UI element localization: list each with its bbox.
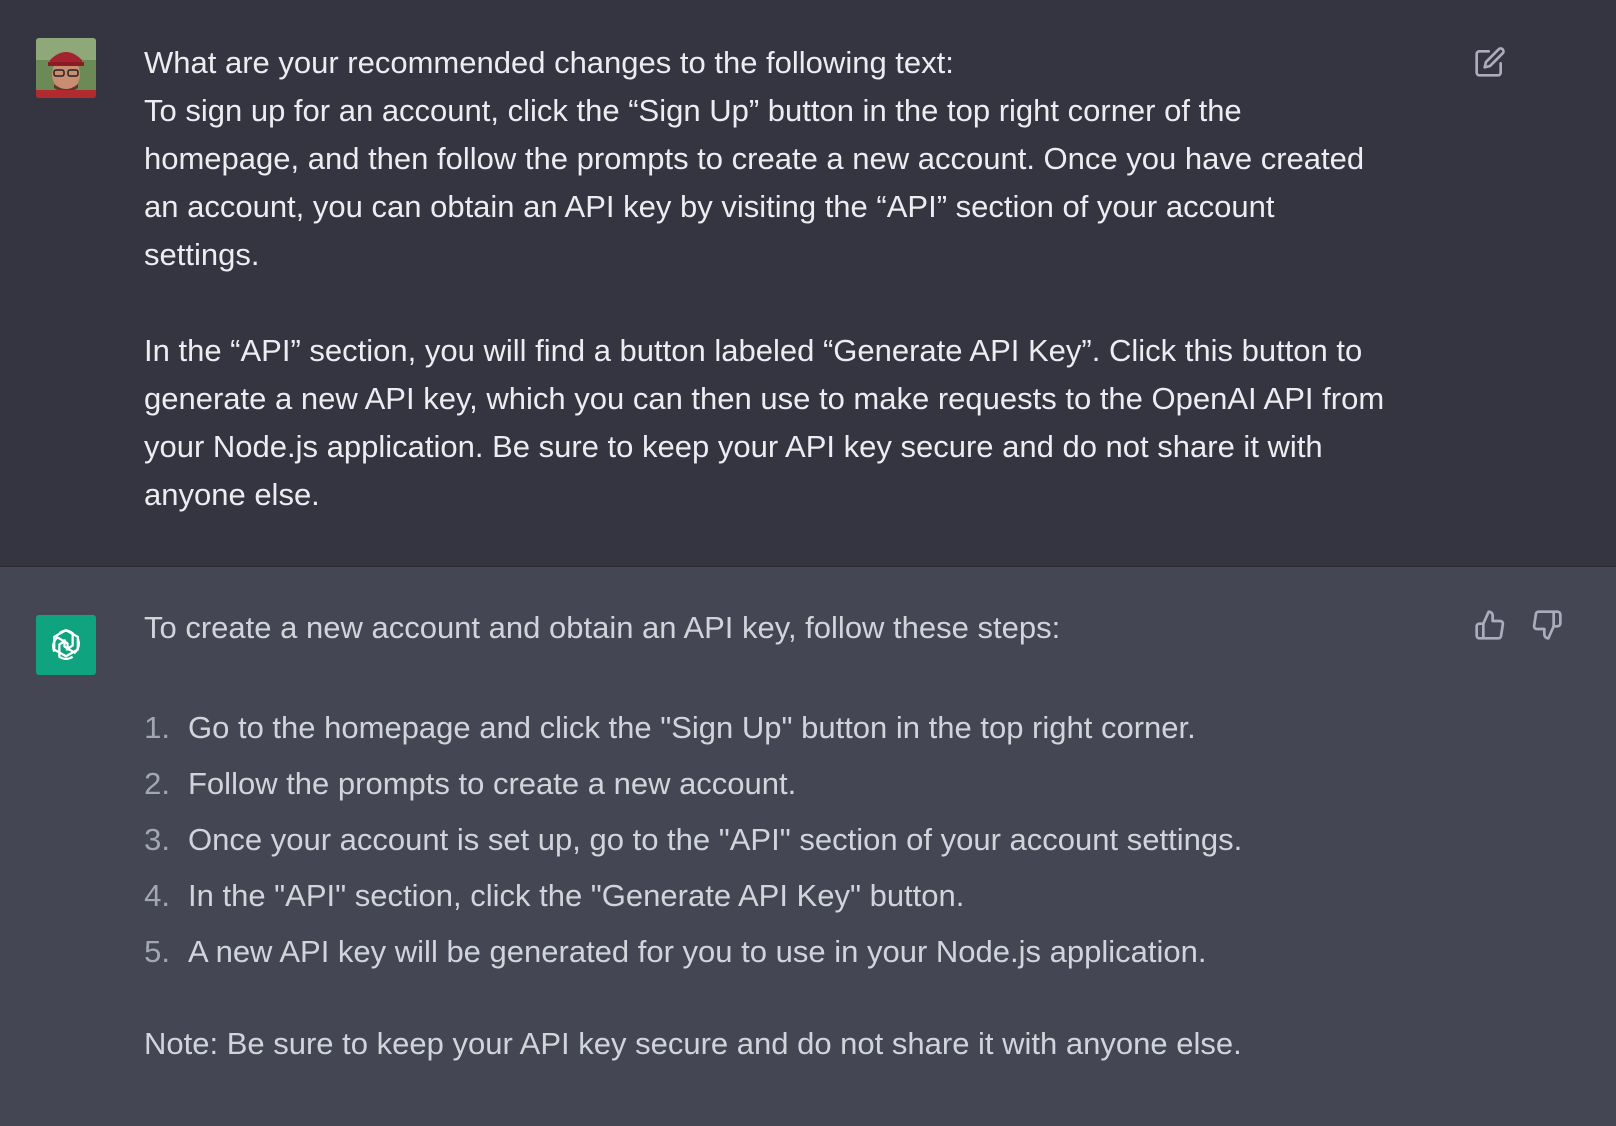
user-line: To sign up for an account, click the “Si…	[144, 93, 1242, 128]
user-avatar	[36, 38, 96, 98]
assistant-intro: To create a new account and obtain an AP…	[144, 610, 1061, 645]
list-number: 2.	[144, 766, 170, 801]
user-photo-avatar	[36, 38, 96, 98]
user-line: generate a new API key, which you can th…	[144, 381, 1385, 416]
list-item: 5. A new API key will be generated for yo…	[144, 924, 1444, 980]
list-item: 1. Go to the homepage and click the "Sign…	[144, 700, 1444, 756]
assistant-message: To create a new account and obtain an AP…	[0, 567, 1616, 1126]
user-line: an account, you can obtain an API key by…	[144, 189, 1275, 224]
list-item: 2. Follow the prompts to create a new acc…	[144, 756, 1444, 812]
assistant-message-text: To create a new account and obtain an AP…	[144, 604, 1444, 1068]
edit-button[interactable]	[1472, 44, 1508, 80]
list-item: 3. Once your account is set up, go to the…	[144, 812, 1444, 868]
user-line: homepage, and then follow the prompts to…	[144, 141, 1365, 176]
steps-list: 1. Go to the homepage and click the "Sign…	[144, 700, 1444, 980]
list-item-text: Once your account is set up, go to the "…	[188, 822, 1243, 857]
user-line: anyone else.	[144, 477, 320, 512]
user-line: settings.	[144, 237, 260, 272]
user-line: What are your recommended changes to the…	[144, 45, 954, 80]
thumbs-up-button[interactable]	[1472, 607, 1508, 643]
list-number: 4.	[144, 878, 170, 913]
user-line: In the “API” section, you will find a bu…	[144, 333, 1363, 368]
user-message: What are your recommended changes to the…	[0, 0, 1616, 567]
list-item-text: In the "API" section, click the "Generat…	[188, 878, 965, 913]
edit-icon	[1475, 47, 1505, 77]
list-item-text: Follow the prompts to create a new accou…	[188, 766, 797, 801]
thumbs-down-button[interactable]	[1529, 607, 1565, 643]
list-number: 3.	[144, 822, 170, 857]
thumbs-down-icon	[1532, 610, 1562, 640]
list-item-text: Go to the homepage and click the "Sign U…	[188, 710, 1196, 745]
user-line: your Node.js application. Be sure to kee…	[144, 429, 1323, 464]
user-message-text: What are your recommended changes to the…	[144, 39, 1444, 519]
list-item-text: A new API key will be generated for you …	[188, 934, 1207, 969]
list-item: 4. In the "API" section, click the "Gener…	[144, 868, 1444, 924]
list-number: 1.	[144, 710, 170, 745]
list-number: 5.	[144, 934, 170, 969]
openai-logo-icon	[52, 629, 80, 660]
assistant-avatar	[36, 615, 96, 675]
thumbs-up-icon	[1475, 610, 1505, 640]
assistant-note: Note: Be sure to keep your API key secur…	[144, 1026, 1242, 1061]
